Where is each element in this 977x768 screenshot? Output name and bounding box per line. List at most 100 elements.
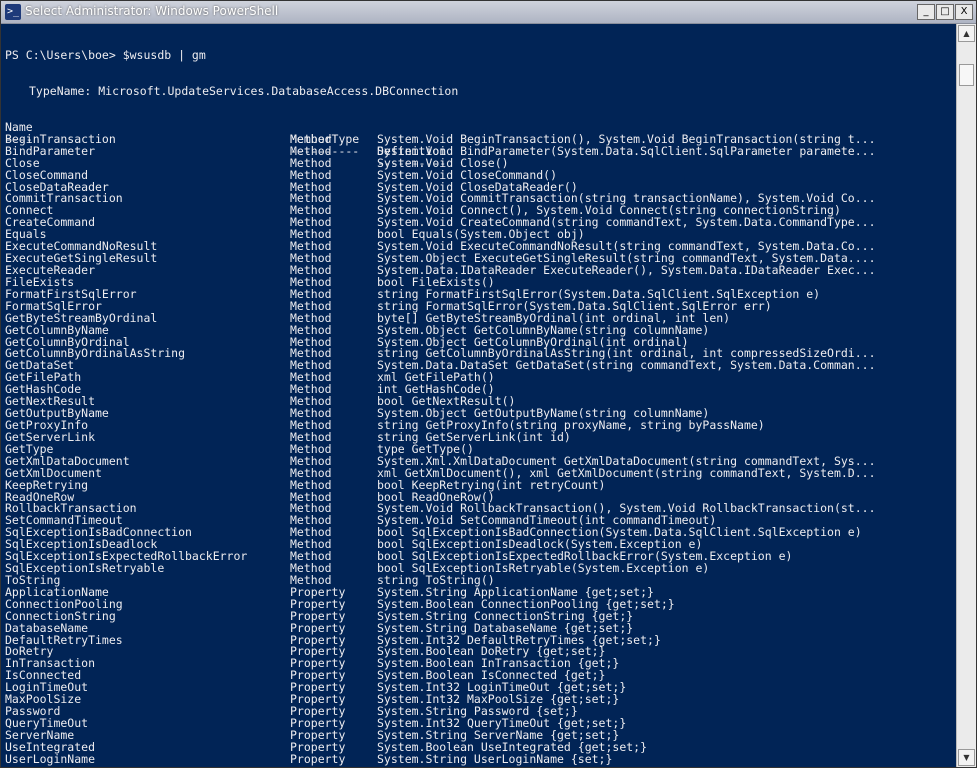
member-name: GetOutputByName	[5, 408, 109, 420]
member-name: DoRetry	[5, 646, 54, 659]
member-type: Method	[290, 515, 332, 528]
table-row: GetXmlDataDocument Method System.Xml.XmlDa…	[5, 456, 955, 468]
member-type: Property	[290, 634, 346, 647]
member-definition: System.Data.IDataReader ExecuteReader(),…	[377, 264, 876, 277]
member-name: ExecuteGetSingleResult	[5, 253, 158, 265]
table-row: GetColumnByOrdinalAsString Method string G…	[5, 348, 955, 360]
table-row: InTransaction Property System.Boolean InTr…	[5, 658, 955, 670]
member-type: Method	[290, 551, 332, 564]
table-row: GetColumnByName Method System.Object GetCo…	[5, 325, 955, 337]
table-row: SetCommandTimeout Method System.Void SetCo…	[5, 515, 955, 527]
member-definition: bool GetNextResult()	[377, 396, 516, 409]
minimize-button[interactable]: _	[917, 4, 935, 20]
member-name: FormatFirstSqlError	[5, 288, 137, 301]
member-definition: string GetColumnByOrdinalAsString(int or…	[377, 348, 876, 361]
table-row: ReadOneRow Method bool ReadOneRow()	[5, 492, 955, 504]
scroll-up-icon[interactable]: ▲	[958, 25, 975, 42]
table-row: ServerName Property System.String ServerNa…	[5, 730, 955, 742]
member-definition: System.Void CommitTransaction(string tra…	[377, 193, 876, 206]
member-definition: string GetServerLink(int id)	[377, 431, 571, 444]
member-definition: xml GetFilePath()	[377, 372, 495, 385]
member-name: GetServerLink	[5, 431, 96, 444]
member-name: ConnectionString	[5, 610, 116, 623]
member-type: Property	[290, 598, 346, 611]
member-definition: System.Void CloseDataReader()	[377, 181, 578, 194]
type-name: TypeName: Microsoft.UpdateServices.Datab…	[29, 84, 459, 98]
member-name: GetColumnByName	[5, 324, 109, 337]
member-name: QueryTimeOut	[5, 718, 89, 730]
member-definition: System.String DatabaseName {get;set;}	[377, 622, 634, 635]
member-name: InTransaction	[5, 658, 96, 671]
member-definition: type GetType()	[377, 443, 474, 456]
member-type: Property	[290, 753, 346, 766]
member-definition: System.Object GetColumnByOrdinal(int ord…	[377, 336, 689, 349]
member-type: Property	[290, 658, 346, 671]
member-definition: System.Object GetColumnByName(string col…	[377, 324, 710, 337]
table-row: GetOutputByName Method System.Object GetOu…	[5, 408, 955, 420]
member-type: Method	[290, 574, 332, 587]
table-row: CommitTransaction Method System.Void Commi…	[5, 193, 955, 205]
member-type: Method	[290, 360, 332, 373]
scroll-thumb[interactable]	[959, 64, 974, 86]
member-name: GetXmlDocument	[5, 467, 102, 480]
maximize-button[interactable]: □	[936, 4, 954, 20]
member-name: Connect	[5, 205, 54, 218]
member-type: Method	[290, 419, 332, 432]
member-definition: System.Boolean InTransaction {get;}	[377, 658, 620, 671]
table-row: QueryTimeOut Property System.Int32 QueryTi…	[5, 718, 955, 730]
member-name: LoginTimeOut	[5, 682, 89, 695]
member-type: Method	[290, 169, 332, 182]
table-row: CloseDataReader Method System.Void CloseDa…	[5, 182, 955, 194]
member-type: Method	[290, 145, 332, 158]
member-definition: xml GetXmlDocument(), xml GetXmlDocument…	[377, 467, 876, 480]
member-name: GetXmlDataDocument	[5, 455, 130, 468]
member-type: Method	[290, 455, 332, 468]
table-row: GetType Method type GetType()	[5, 444, 955, 456]
member-table: Name MemberType Definition ---- --------…	[5, 110, 955, 766]
member-name: KeepRetrying	[5, 479, 89, 492]
member-definition: bool KeepRetrying(int retryCount)	[377, 479, 606, 492]
member-type: Method	[290, 264, 332, 277]
member-definition: string ToString()	[377, 574, 495, 587]
member-definition: bool SqlExceptionIsRetryable(System.Exce…	[377, 563, 710, 575]
member-definition: bool SqlExceptionIsDeadlock(System.Excep…	[377, 539, 703, 552]
table-row: ApplicationName Property System.String App…	[5, 587, 955, 599]
member-definition: System.Xml.XmlDataDocument GetXmlDataDoc…	[377, 455, 876, 468]
member-type: Property	[290, 610, 346, 623]
table-row: BindParameter Method System.Void BindParam…	[5, 146, 955, 158]
member-definition: System.Int32 QueryTimeOut {get;set;}	[377, 718, 627, 730]
member-definition: System.Void Connect(), System.Void Conne…	[377, 205, 841, 218]
vertical-scrollbar[interactable]: ▲ ▼	[956, 24, 976, 767]
title-bar[interactable]: >_ Select Administrator: Windows PowerSh…	[1, 1, 976, 24]
scroll-down-icon[interactable]: ▼	[958, 749, 975, 766]
member-type: Method	[290, 491, 332, 504]
member-definition: System.String UserLoginName {set;}	[377, 753, 613, 766]
console-output[interactable]: PS C:\Users\boe> $wsusdb | gm TypeName: …	[1, 24, 956, 767]
member-definition: System.Int32 MaxPoolSize {get;set;}	[377, 694, 620, 707]
member-definition: bool FileExists()	[377, 276, 495, 289]
table-row: Password Property System.String Password {…	[5, 706, 955, 718]
member-definition: System.String ApplicationName {get;set;}	[377, 586, 654, 599]
table-row: ExecuteReader Method System.Data.IDataRead…	[5, 265, 955, 277]
table-row: GetHashCode Method int GetHashCode()	[5, 384, 955, 396]
powershell-icon[interactable]: >_	[5, 4, 21, 20]
member-type: Method	[290, 312, 332, 325]
member-name: Close	[5, 157, 40, 170]
member-name: DefaultRetryTimes	[5, 634, 123, 647]
member-name: GetFilePath	[5, 372, 82, 385]
member-definition: System.Boolean IsConnected {get;}	[377, 670, 606, 683]
member-type: Method	[290, 539, 332, 552]
powershell-window: >_ Select Administrator: Windows PowerSh…	[0, 0, 977, 768]
table-row: GetNextResult Method bool GetNextResult()	[5, 396, 955, 408]
member-rows: BeginTransaction Method System.Void BeginT…	[5, 134, 955, 766]
close-button[interactable]: X	[955, 4, 973, 20]
member-name: SetCommandTimeout	[5, 515, 123, 528]
table-row: ToString Method string ToString()	[5, 575, 955, 587]
member-type: Property	[290, 706, 346, 719]
member-name: CloseCommand	[5, 169, 89, 182]
member-definition: System.Void ExecuteCommandNoResult(strin…	[377, 241, 876, 254]
member-type: Method	[290, 467, 332, 480]
member-name: SqlExceptionIsBadConnection	[5, 527, 192, 540]
member-definition: byte[] GetByteStreamByOrdinal(int ordina…	[377, 312, 731, 325]
member-name: FileExists	[5, 276, 75, 289]
